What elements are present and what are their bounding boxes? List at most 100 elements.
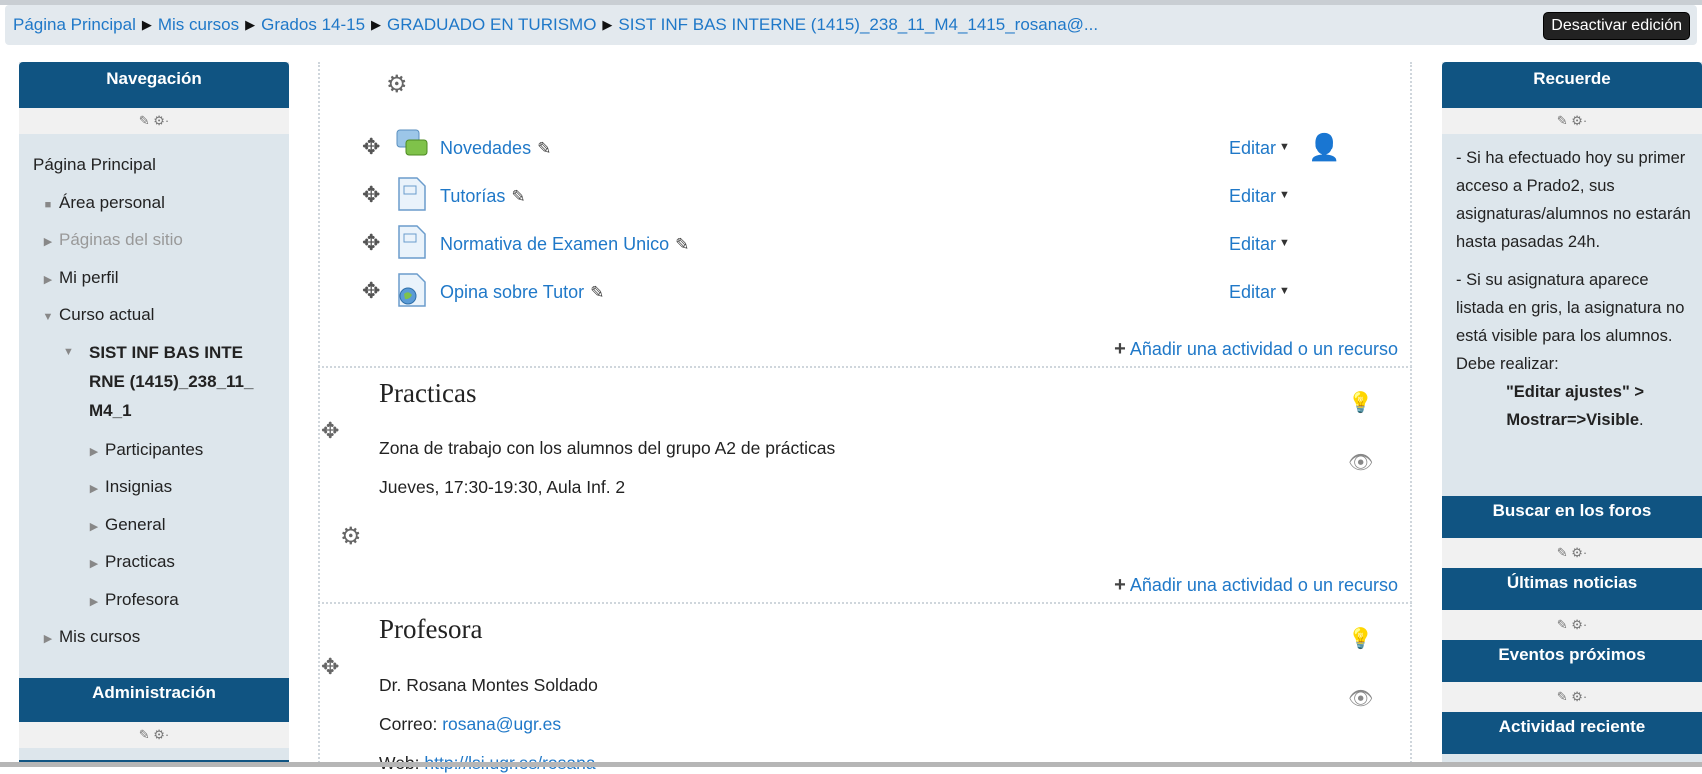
activity-link[interactable]: Opina sobre Tutor ✎ bbox=[440, 282, 604, 303]
chevron-down-icon: ▼ bbox=[42, 311, 54, 323]
reminder-bold-2: Mostrar=>Visible. bbox=[1456, 406, 1694, 434]
search-forums-block-header: Buscar en los foros bbox=[1442, 496, 1702, 538]
move-section-icon[interactable]: ✥ bbox=[321, 418, 339, 444]
move-icon[interactable]: ✥ bbox=[362, 182, 380, 208]
email-link[interactable]: rosana@ugr.es bbox=[442, 714, 561, 734]
breadcrumb: Página Principal ▶ Mis cursos ▶ Grados 14-15… bbox=[5, 5, 1697, 45]
activity-edit-menu[interactable]: Editar ▼ bbox=[1229, 282, 1290, 303]
course-title-label: SIST INF BAS INTERNE (1415)_238_11_M4_1 bbox=[89, 342, 254, 420]
nav-item-label: Páginas del sitio bbox=[59, 230, 183, 249]
forum-icon bbox=[396, 129, 428, 156]
bullet-icon: ■ bbox=[44, 198, 52, 211]
add-activity-link[interactable]: + Añadir una actividad o un recurso bbox=[1114, 574, 1398, 597]
move-icon[interactable]: ✥ bbox=[362, 134, 380, 160]
nav-item-label: Profesora bbox=[105, 589, 179, 609]
navigation-block-header: Navegación bbox=[19, 62, 289, 108]
nav-item-course[interactable]: ▼ SIST INF BAS INTERNE (1415)_238_11_M4_… bbox=[33, 338, 255, 425]
section-summary-line: Zona de trabajo con los alumnos del grup… bbox=[379, 438, 836, 458]
edit-title-pencil-icon[interactable]: ✎ bbox=[590, 283, 604, 302]
activity-edit-menu[interactable]: Editar ▼ bbox=[1229, 186, 1290, 207]
caret-down-icon: ▼ bbox=[1279, 141, 1290, 153]
caret-down-icon: ▼ bbox=[1279, 189, 1290, 201]
nav-item-label: Curso actual bbox=[59, 305, 155, 324]
reminder-content: - Si ha efectuado hoy su primer acceso a… bbox=[1442, 134, 1702, 434]
activity-name: Normativa de Examen Unico bbox=[440, 234, 670, 254]
upcoming-events-block-controls[interactable]: ✎ ⚙· bbox=[1442, 682, 1702, 712]
breadcrumb-degree[interactable]: GRADUADO EN TURISMO bbox=[387, 15, 596, 34]
activity-row: ✥ Novedades ✎ Editar ▼ 👤 bbox=[362, 129, 1412, 168]
group-mode-user-icon[interactable]: 👤 bbox=[1308, 132, 1340, 163]
search-forums-block-controls[interactable]: ✎ ⚙· bbox=[1442, 538, 1702, 568]
edit-title-pencil-icon[interactable]: ✎ bbox=[675, 235, 689, 254]
section-title: Practicas bbox=[379, 378, 477, 408]
right-block-column: Recuerde ✎ ⚙· - Si ha efectuado hoy su p… bbox=[1442, 62, 1702, 767]
move-icon[interactable]: ✥ bbox=[362, 230, 380, 256]
edit-title-pencil-icon[interactable]: ✎ bbox=[511, 187, 525, 206]
chevron-right-icon: ▶ bbox=[89, 483, 99, 495]
nav-item-profesora[interactable]: ▶ Profesora bbox=[33, 581, 289, 619]
move-section-icon[interactable]: ✥ bbox=[321, 654, 339, 680]
activity-edit-menu[interactable]: Editar ▼ bbox=[1229, 138, 1290, 159]
upcoming-events-block-header: Eventos próximos bbox=[1442, 640, 1702, 682]
breadcrumb-separator: ▶ bbox=[245, 17, 256, 32]
nav-item-label: Página Principal bbox=[33, 155, 156, 174]
nav-item-my-courses[interactable]: ▶ Mis cursos bbox=[33, 618, 289, 656]
reminder-paragraph: - Si ha efectuado hoy su primer acceso a… bbox=[1456, 149, 1691, 251]
administration-block-header: Administración bbox=[19, 678, 289, 722]
nav-item-dashboard[interactable]: ■ Área personal bbox=[33, 184, 289, 222]
teacher-name: Dr. Rosana Montes Soldado bbox=[379, 675, 598, 695]
navigation-tree: Página Principal ■ Área personal ▶ Páginas… bbox=[19, 134, 289, 656]
breadcrumb-home[interactable]: Página Principal bbox=[13, 15, 136, 34]
administration-block-controls[interactable]: ✎ ⚙· bbox=[19, 722, 289, 748]
highlight-lightbulb-icon[interactable]: 💡 bbox=[1348, 626, 1373, 651]
activity-link[interactable]: Tutorías ✎ bbox=[440, 186, 526, 207]
visibility-eye-icon[interactable]: 👁 bbox=[1348, 686, 1373, 711]
nav-item-label: Mis cursos bbox=[59, 627, 141, 646]
page-icon bbox=[398, 225, 426, 259]
nav-item-current-course[interactable]: ▼ Curso actual bbox=[33, 296, 289, 334]
email-prefix: Correo: bbox=[379, 714, 443, 734]
add-activity-label: Añadir una actividad o un recurso bbox=[1129, 339, 1398, 359]
plus-icon: + bbox=[1114, 338, 1126, 360]
activity-edit-menu[interactable]: Editar ▼ bbox=[1229, 234, 1290, 255]
nav-item-badges[interactable]: ▶ Insignias bbox=[33, 468, 289, 506]
nav-item-label: Insignias bbox=[105, 477, 173, 496]
caret-down-icon: ▼ bbox=[1279, 285, 1290, 297]
nav-item-label: Área personal bbox=[59, 192, 165, 212]
nav-item-profile[interactable]: ▶ Mi perfil bbox=[33, 259, 289, 297]
nav-item-site-pages[interactable]: ▶ Páginas del sitio bbox=[33, 221, 289, 259]
add-activity-label: Añadir una actividad o un recurso bbox=[1129, 575, 1398, 595]
chevron-right-icon: ▶ bbox=[89, 520, 99, 533]
nav-item-general[interactable]: ▶ General bbox=[33, 506, 289, 544]
highlight-lightbulb-icon[interactable]: 💡 bbox=[1348, 390, 1373, 415]
edit-label: Editar bbox=[1229, 186, 1277, 206]
section-summary-line: Jueves, 17:30-19:30, Aula Inf. 2 bbox=[379, 477, 626, 497]
navigation-block-controls[interactable]: ✎ ⚙· bbox=[19, 108, 289, 134]
move-icon[interactable]: ✥ bbox=[362, 278, 380, 304]
reminder-block-header: Recuerde bbox=[1442, 62, 1702, 108]
gear-icon[interactable]: ⚙ bbox=[386, 70, 408, 99]
add-activity-link[interactable]: + Añadir una actividad o un recurso bbox=[1114, 338, 1398, 361]
breadcrumb-grades[interactable]: Grados 14-15 bbox=[261, 15, 365, 34]
breadcrumb-course[interactable]: SIST INF BAS INTERNE (1415)_238_11_M4_14… bbox=[618, 15, 1098, 34]
latest-news-block-controls[interactable]: ✎ ⚙· bbox=[1442, 610, 1702, 640]
activity-name: Novedades bbox=[440, 138, 532, 158]
breadcrumb-separator: ▶ bbox=[141, 17, 152, 32]
nav-item-practicas[interactable]: ▶ Practicas bbox=[33, 543, 289, 581]
chevron-down-icon: ▼ bbox=[63, 345, 74, 358]
teacher-email-line: Correo: rosana@ugr.es bbox=[379, 714, 561, 735]
reminder-block-controls[interactable]: ✎ ⚙· bbox=[1442, 108, 1702, 134]
nav-item-home[interactable]: Página Principal bbox=[33, 146, 289, 184]
edit-title-pencil-icon[interactable]: ✎ bbox=[537, 139, 551, 158]
gear-icon[interactable]: ⚙ bbox=[340, 522, 362, 551]
visibility-eye-icon[interactable]: 👁 bbox=[1348, 450, 1373, 475]
bottom-band bbox=[0, 762, 1702, 767]
turn-editing-off-button[interactable]: Desactivar edición bbox=[1543, 12, 1690, 40]
breadcrumb-separator: ▶ bbox=[602, 17, 613, 32]
activity-row: ✥ Tutorías ✎ Editar ▼ bbox=[362, 177, 1412, 216]
activity-link[interactable]: Novedades ✎ bbox=[440, 138, 551, 159]
recent-activity-block-header: Actividad reciente bbox=[1442, 712, 1702, 754]
breadcrumb-my-courses[interactable]: Mis cursos bbox=[158, 15, 239, 34]
nav-item-participants[interactable]: ▶ Participantes bbox=[33, 431, 289, 469]
activity-link[interactable]: Normativa de Examen Unico ✎ bbox=[440, 234, 689, 255]
